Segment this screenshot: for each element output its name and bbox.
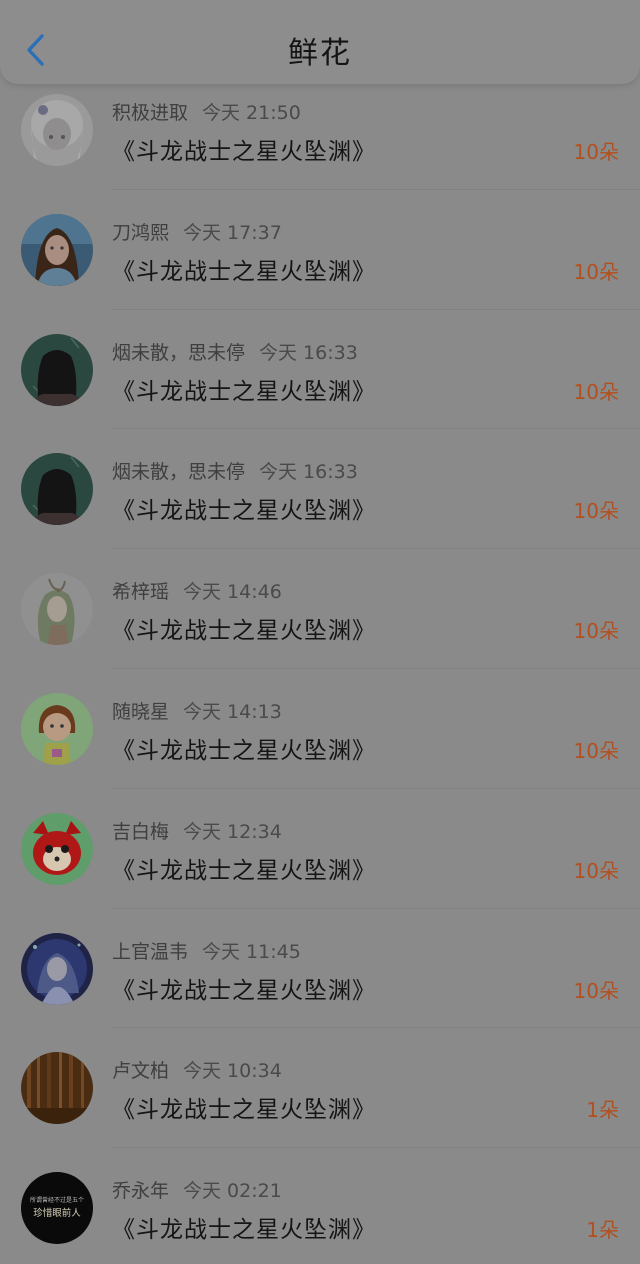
sender-name: 随晓星 [112, 700, 170, 723]
avatar[interactable] [21, 213, 93, 286]
avatar-text-line-2: 珍惜眼前人 [33, 1207, 81, 1219]
book-title: 《斗龙战士之星火坠渊》 [112, 258, 376, 285]
gift-time: 今天 14:46 [183, 581, 282, 604]
gift-time: 今天 14:13 [183, 700, 282, 723]
avatar[interactable] [21, 692, 93, 765]
book-title: 《斗龙战士之星火坠渊》 [112, 1097, 376, 1124]
list-item[interactable]: 吉白梅 今天 12:34 《斗龙战士之星火坠渊》 10朵 [0, 789, 640, 909]
red-fox-avatar [21, 812, 93, 885]
anime-girl-white-hair-avatar [21, 94, 93, 166]
page-title: 鲜花 [288, 36, 352, 71]
avatar[interactable] [21, 94, 93, 166]
top-nav-bar: 鲜花 [0, 0, 640, 84]
forest-avatar [21, 1052, 93, 1125]
list-item[interactable]: 所谓曾经不过是五个 珍惜眼前人 乔永年 今天 02:21 《斗龙战士之星火坠渊》 … [0, 1148, 640, 1264]
book-title: 《斗龙战士之星火坠渊》 [112, 498, 376, 525]
gift-time: 今天 02:21 [183, 1180, 282, 1203]
anime-green-girl-avatar [21, 573, 93, 646]
text-dark-avatar: 所谓曾经不过是五个 珍惜眼前人 [21, 1172, 93, 1245]
list-item[interactable]: 随晓星 今天 14:13 《斗龙战士之星火坠渊》 10朵 [0, 669, 640, 789]
sender-name: 希梓瑶 [112, 581, 170, 604]
list-item[interactable]: 积极进取 今天 21:50 《斗龙战士之星火坠渊》 10朵 [0, 70, 640, 190]
book-title: 《斗龙战士之星火坠渊》 [112, 1217, 376, 1244]
list-item[interactable]: 刀鸿熙 今天 17:37 《斗龙战士之星火坠渊》 10朵 [0, 190, 640, 310]
book-title: 《斗龙战士之星火坠渊》 [112, 737, 376, 764]
sender-name: 卢文柏 [112, 1060, 170, 1083]
avatar[interactable] [21, 573, 93, 646]
avatar[interactable]: 所谓曾经不过是五个 珍惜眼前人 [21, 1172, 93, 1245]
list-item[interactable]: 烟未散，思未停 今天 16:33 《斗龙战士之星火坠渊》 10朵 [0, 310, 640, 430]
flower-count: 10朵 [573, 259, 619, 284]
girl-photo-avatar [21, 213, 93, 286]
gift-time: 今天 17:37 [183, 221, 282, 244]
flower-count: 10朵 [573, 499, 619, 524]
sender-name: 乔永年 [112, 1180, 170, 1203]
cartoon-girl-avatar [21, 692, 93, 765]
avatar[interactable] [21, 1052, 93, 1125]
flower-count: 10朵 [573, 978, 619, 1003]
avatar-text-line-1: 所谓曾经不过是五个 [30, 1196, 84, 1204]
flower-count: 1朵 [586, 1218, 619, 1243]
sender-name: 烟未散，思未停 [112, 461, 246, 484]
flower-gift-list: 积极进取 今天 21:50 《斗龙战士之星火坠渊》 10朵 刀鸿熙 今天 17:37… [0, 70, 640, 1264]
anime-blue-character-avatar [21, 932, 93, 1005]
gift-time: 今天 11:45 [202, 940, 301, 963]
sender-name: 吉白梅 [112, 820, 170, 843]
avatar[interactable] [21, 333, 93, 406]
gift-time: 今天 16:33 [259, 341, 358, 364]
long-hair-back-avatar [21, 333, 93, 406]
book-title: 《斗龙战士之星火坠渊》 [112, 139, 376, 165]
long-hair-back-avatar [21, 453, 93, 526]
gift-time: 今天 12:34 [183, 820, 282, 843]
flower-count: 1朵 [586, 1098, 619, 1123]
flower-count: 10朵 [573, 858, 619, 883]
list-item[interactable]: 上官温韦 今天 11:45 《斗龙战士之星火坠渊》 10朵 [0, 909, 640, 1029]
gift-time: 今天 16:33 [259, 461, 358, 484]
avatar[interactable] [21, 453, 93, 526]
sender-name: 刀鸿熙 [112, 221, 170, 244]
list-item[interactable]: 希梓瑶 今天 14:46 《斗龙战士之星火坠渊》 10朵 [0, 549, 640, 669]
flower-count: 10朵 [573, 379, 619, 404]
flower-count: 10朵 [573, 619, 619, 644]
gift-time: 今天 10:34 [183, 1060, 282, 1083]
avatar[interactable] [21, 932, 93, 1005]
book-title: 《斗龙战士之星火坠渊》 [112, 857, 376, 884]
flower-count: 10朵 [573, 140, 619, 164]
flower-count: 10朵 [573, 738, 619, 763]
avatar[interactable] [21, 812, 93, 885]
list-item[interactable]: 烟未散，思未停 今天 16:33 《斗龙战士之星火坠渊》 10朵 [0, 429, 640, 550]
book-title: 《斗龙战士之星火坠渊》 [112, 378, 376, 405]
book-title: 《斗龙战士之星火坠渊》 [112, 977, 376, 1004]
list-item[interactable]: 卢文柏 今天 10:34 《斗龙战士之星火坠渊》 1朵 [0, 1028, 640, 1149]
book-title: 《斗龙战士之星火坠渊》 [112, 618, 376, 645]
sender-name: 烟未散，思未停 [112, 341, 246, 364]
sender-name: 上官温韦 [112, 940, 189, 963]
gift-time: 今天 21:50 [202, 102, 301, 124]
sender-name: 积极进取 [112, 102, 189, 124]
